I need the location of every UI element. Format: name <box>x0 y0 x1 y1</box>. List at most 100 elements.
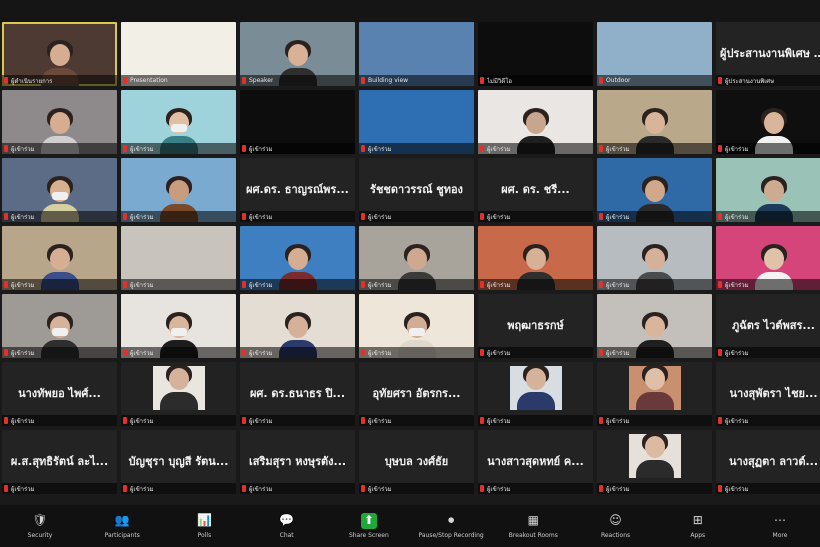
participant-tile[interactable]: ผู้เข้าร่วม <box>597 362 712 426</box>
mic-muted-icon <box>123 485 127 492</box>
participant-tile[interactable]: ผู้เข้าร่วม <box>240 294 355 358</box>
participant-tile[interactable]: ผู้เข้าร่วม <box>597 430 712 494</box>
participants-button[interactable]: 👥 Participants <box>92 513 152 539</box>
participant-tile[interactable]: อุทัยศรา อัตรกร... ผู้เข้าร่วม <box>359 362 474 426</box>
participant-tile[interactable]: ผู้เข้าร่วม <box>2 226 117 290</box>
mic-muted-icon <box>4 77 8 84</box>
mic-muted-icon <box>361 77 365 84</box>
polls-icon: 📊 <box>196 513 212 527</box>
participant-tile[interactable]: ผู้เข้าร่วม <box>121 158 236 222</box>
participant-tile[interactable]: ผู้เข้าร่วม <box>597 294 712 358</box>
participant-name-caption: ผู้เข้าร่วม <box>121 415 236 426</box>
apps-button[interactable]: ⊞ Apps <box>668 513 728 539</box>
participant-tile[interactable]: ผู้เข้าร่วม <box>716 158 820 222</box>
participant-tile[interactable]: ผศ. ดร.ธนาธร ปิ... ผู้เข้าร่วม <box>240 362 355 426</box>
participant-tile[interactable]: นางสุพัตรา ไชย... ผู้เข้าร่วม <box>716 362 820 426</box>
mic-muted-icon <box>718 485 722 492</box>
participant-name: ผู้เข้าร่วม <box>130 145 154 153</box>
participant-tile[interactable]: ผู้เข้าร่วม <box>2 294 117 358</box>
participants-icon: 👥 <box>114 513 130 527</box>
security-button[interactable]: 🛡 Security <box>10 513 70 539</box>
participant-name: ผู้เข้าร่วม <box>487 281 511 289</box>
participant-name: ผู้เข้าร่วม <box>130 485 154 493</box>
chat-button[interactable]: 💬 Chat <box>257 513 317 539</box>
participant-tile[interactable]: นางสุฏตา ลาวต์... ผู้เข้าร่วม <box>716 430 820 494</box>
participant-name-caption: ผู้เข้าร่วม <box>597 483 712 494</box>
participant-tile[interactable]: Outdoor <box>597 22 712 86</box>
reactions-button[interactable]: ☺ Reactions <box>586 513 646 539</box>
recording-button[interactable]: ⏺ Pause/Stop Recording <box>418 513 483 539</box>
participant-tile[interactable]: ผู้เข้าร่วม <box>121 362 236 426</box>
participant-display-name: นางทัพยอ ไพศ์... <box>18 387 101 400</box>
participant-tile[interactable]: ไม่มีวิดีโอ <box>478 22 593 86</box>
participant-tile[interactable]: ผู้เข้าร่วม <box>597 226 712 290</box>
participant-tile[interactable]: ผู้เข้าร่วม <box>121 294 236 358</box>
polls-button[interactable]: 📊 Polls <box>174 513 234 539</box>
participant-name-caption: ผู้เข้าร่วม <box>2 211 117 222</box>
participant-name-caption: ผู้เข้าร่วม <box>597 415 712 426</box>
participant-name-caption: ผู้เข้าร่วม <box>478 415 593 426</box>
mic-muted-icon <box>361 417 365 424</box>
participant-tile[interactable]: ผู้เข้าร่วม <box>716 226 820 290</box>
mic-muted-icon <box>4 145 8 152</box>
participant-tile[interactable]: ผู้เข้าร่วม <box>359 226 474 290</box>
participant-tile[interactable]: ผู้เข้าร่วม <box>359 294 474 358</box>
participant-tile[interactable]: ผู้เข้าร่วม <box>121 226 236 290</box>
participant-tile[interactable]: Speaker <box>240 22 355 86</box>
mic-muted-icon <box>4 281 8 288</box>
participant-tile[interactable]: Presentation <box>121 22 236 86</box>
participant-name: Speaker <box>249 77 274 84</box>
participant-name: ผู้เข้าร่วม <box>606 349 630 357</box>
mic-muted-icon <box>718 145 722 152</box>
participant-name: ผู้เข้าร่วม <box>487 145 511 153</box>
share-screen-button[interactable]: ⬆ Share Screen <box>339 513 399 539</box>
mic-muted-icon <box>599 417 603 424</box>
participant-tile[interactable]: ผศ. ดร. ชรี... ผู้เข้าร่วม <box>478 158 593 222</box>
participant-tile[interactable]: ผู้เข้าร่วม <box>359 90 474 154</box>
participant-tile[interactable]: Building view <box>359 22 474 86</box>
participant-name-caption: ผู้เข้าร่วม <box>716 483 820 494</box>
participant-name-caption: ผู้เข้าร่วม <box>240 415 355 426</box>
participant-tile[interactable]: นางสาวสุดหทย์ ค... ผู้เข้าร่วม <box>478 430 593 494</box>
participant-name: ผู้เข้าร่วม <box>725 213 749 221</box>
participant-tile[interactable]: ผู้เข้าร่วม <box>597 90 712 154</box>
participant-name: ผู้เข้าร่วม <box>249 281 273 289</box>
participant-display-name: นางสุฏตา ลาวต์... <box>728 455 819 468</box>
breakout-rooms-button[interactable]: ▦ Breakout Rooms <box>503 513 563 539</box>
participant-name-caption: ผู้เข้าร่วม <box>597 143 712 154</box>
participant-tile[interactable]: ผ.ส.สุทธิรัตน์ ละไ... ผู้เข้าร่วม <box>2 430 117 494</box>
participant-name-caption: ผู้เข้าร่วม <box>478 143 593 154</box>
participant-tile[interactable]: ผู้ดำเนินรายการ <box>2 22 117 86</box>
participant-tile[interactable]: นางทัพยอ ไพศ์... ผู้เข้าร่วม <box>2 362 117 426</box>
participant-tile[interactable]: ผู้เข้าร่วม <box>121 90 236 154</box>
participant-tile[interactable]: ผศ.ดร. ธาญรณ์พร... ผู้เข้าร่วม <box>240 158 355 222</box>
participant-tile[interactable]: ผู้เข้าร่วม <box>716 90 820 154</box>
participant-tile[interactable]: ผู้เข้าร่วม <box>478 362 593 426</box>
participant-tile[interactable]: พฤฒาธรกษ์ ผู้เข้าร่วม <box>478 294 593 358</box>
participant-name: Outdoor <box>606 77 631 84</box>
participant-tile[interactable]: บุษบล วงศ์ธัย ผู้เข้าร่วม <box>359 430 474 494</box>
meeting-toolbar: 🛡 Security 👥 Participants 📊 Polls 💬 Chat ⬆ Share … <box>0 505 820 547</box>
participant-tile[interactable]: ผู้เข้าร่วม <box>478 226 593 290</box>
participant-tile[interactable]: ผู้เข้าร่วม <box>240 226 355 290</box>
participant-display-name: บัญชุรา บุญสี รัตน... <box>128 455 229 468</box>
participant-tile[interactable]: ผู้เข้าร่วม <box>2 90 117 154</box>
participant-tile[interactable]: ผู้เข้าร่วม <box>240 90 355 154</box>
mic-muted-icon <box>480 349 484 356</box>
participant-name: ผู้เข้าร่วม <box>368 145 392 153</box>
participant-tile[interactable]: ผู้ประสานงานพิเศษ จ... ผู้ประสานงานพิเศษ <box>716 22 820 86</box>
breakout-rooms-label: Breakout Rooms <box>508 532 558 539</box>
participant-name-caption: ผู้เข้าร่วม <box>597 211 712 222</box>
participant-name: ผู้เข้าร่วม <box>606 145 630 153</box>
participant-tile[interactable]: รัชชดาวรรณ์ ชูทอง ผู้เข้าร่วม <box>359 158 474 222</box>
participant-tile[interactable]: ผู้เข้าร่วม <box>478 90 593 154</box>
participant-tile[interactable]: บัญชุรา บุญสี รัตน... ผู้เข้าร่วม <box>121 430 236 494</box>
participant-tile[interactable]: ภูฉัตร ไวต์พสร... ผู้เข้าร่วม <box>716 294 820 358</box>
mic-muted-icon <box>361 145 365 152</box>
participant-display-name: ผู้ประสานงานพิเศษ จ... <box>720 47 820 60</box>
participant-tile[interactable]: ผู้เข้าร่วม <box>2 158 117 222</box>
more-button[interactable]: ⋯ More <box>750 513 810 539</box>
participant-tile[interactable]: เสริมสุรา หงษุรตัง... ผู้เข้าร่วม <box>240 430 355 494</box>
participant-name-caption: ผู้เข้าร่วม <box>121 347 236 358</box>
participant-tile[interactable]: ผู้เข้าร่วม <box>597 158 712 222</box>
